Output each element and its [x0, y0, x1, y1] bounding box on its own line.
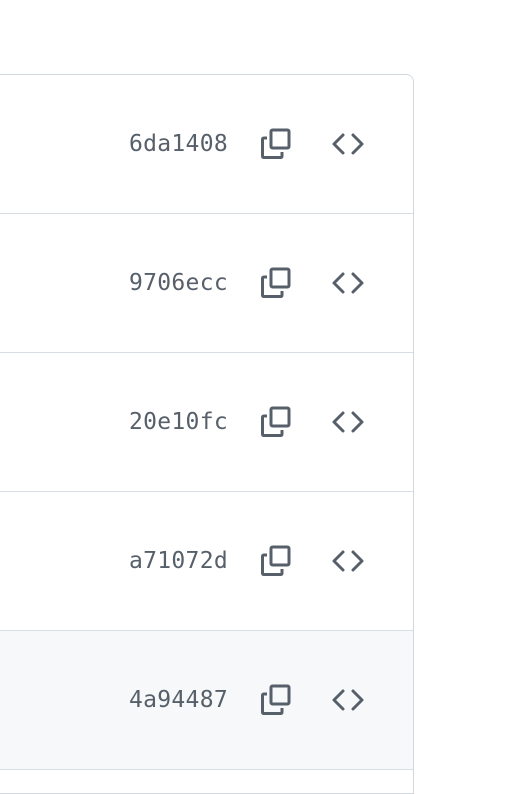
browse-repo-button[interactable]: [326, 400, 370, 444]
copy-sha-button[interactable]: [254, 678, 298, 722]
commit-sha-link[interactable]: a71072d: [129, 548, 228, 574]
commit-sha-link[interactable]: 6da1408: [129, 131, 228, 157]
copy-icon: [261, 684, 291, 715]
browse-repo-button[interactable]: [326, 261, 370, 305]
code-brackets-icon: [332, 272, 364, 294]
copy-icon: [261, 406, 291, 437]
copy-icon: [261, 128, 291, 159]
commit-row: 20e10fc: [0, 353, 413, 492]
copy-sha-button[interactable]: [254, 400, 298, 444]
commit-sha-link[interactable]: 20e10fc: [129, 409, 228, 435]
code-brackets-icon: [332, 689, 364, 711]
browse-repo-button[interactable]: [326, 122, 370, 166]
copy-icon: [261, 545, 291, 576]
code-brackets-icon: [332, 550, 364, 572]
commit-row: 6da1408: [0, 75, 413, 214]
code-brackets-icon: [332, 411, 364, 433]
copy-icon: [261, 267, 291, 298]
copy-sha-button[interactable]: [254, 122, 298, 166]
commit-row: a71072d: [0, 492, 413, 631]
code-brackets-icon: [332, 133, 364, 155]
commit-row: 9706ecc: [0, 214, 413, 353]
browse-repo-button[interactable]: [326, 539, 370, 583]
commit-sha-link[interactable]: 9706ecc: [129, 270, 228, 296]
browse-repo-button[interactable]: [326, 678, 370, 722]
commit-list: 6da1408 9706ecc 20e10fc a71072d 4a94487: [0, 74, 414, 794]
copy-sha-button[interactable]: [254, 539, 298, 583]
commit-row: 4a94487: [0, 631, 413, 770]
copy-sha-button[interactable]: [254, 261, 298, 305]
commit-sha-link[interactable]: 4a94487: [129, 687, 228, 713]
